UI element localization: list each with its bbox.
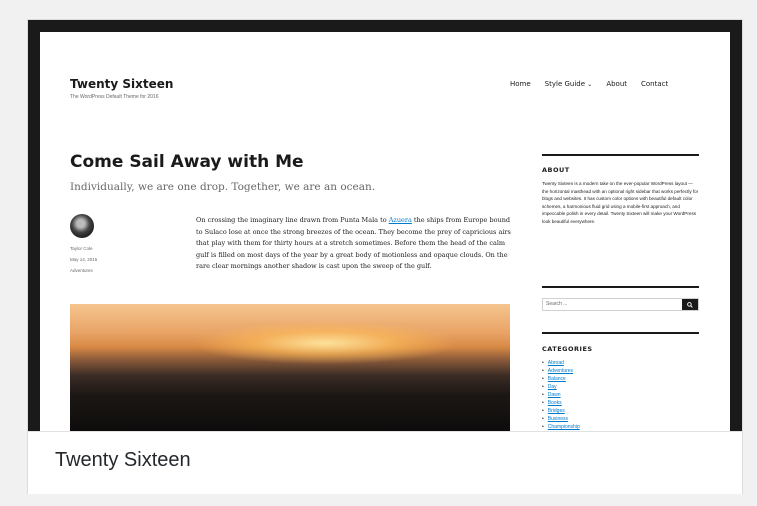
about-widget-title: ABOUT — [542, 166, 570, 174]
list-item: Championship — [542, 423, 699, 431]
menu-item-contact: Contact — [641, 80, 669, 88]
site-description: The WordPress Default Theme for 2016 — [70, 94, 159, 100]
theme-card[interactable]: Twenty Sixteen The WordPress Default The… — [27, 19, 743, 494]
post-date: May 14, 2015 — [70, 257, 98, 262]
divider — [542, 154, 699, 156]
divider — [542, 332, 699, 334]
post-content-link: Azuera — [388, 216, 412, 224]
post-title: Come Sail Away with Me — [70, 152, 304, 172]
divider — [542, 286, 699, 288]
post-meta: Taylor Cole May 14, 2015 Adventures — [70, 243, 97, 276]
theme-card-footer: Twenty Sixteen — [28, 431, 742, 494]
list-item: Adventures — [542, 367, 699, 375]
list-item: Bridges — [542, 407, 699, 415]
list-item: Business — [542, 415, 699, 423]
search-widget: Search ... — [542, 298, 699, 311]
list-item: Abroad — [542, 359, 699, 367]
post-content: On crossing the imaginary line drawn fro… — [196, 216, 511, 271]
theme-screenshot[interactable]: Twenty Sixteen The WordPress Default The… — [28, 20, 742, 431]
search-input: Search ... — [546, 301, 568, 307]
menu-item-about: About — [606, 80, 628, 88]
categories-widget-title: CATEGORIES — [542, 345, 593, 353]
avatar — [70, 214, 94, 238]
menu-item-style-guide: Style Guide ⌄ — [544, 80, 593, 88]
search-icon — [687, 301, 693, 308]
theme-name: Twenty Sixteen — [55, 449, 191, 471]
theme-preview: Twenty Sixteen The WordPress Default The… — [40, 32, 730, 431]
post-category: Adventures — [70, 268, 93, 273]
list-item: Balance — [542, 375, 699, 383]
categories-list: Abroad Adventures Balance Day Dawn Books… — [542, 359, 699, 431]
sidebar: ABOUT Twenty Sixteen is a modern take on… — [542, 154, 699, 430]
chevron-down-icon: ⌄ — [587, 81, 593, 88]
categories-widget: CATEGORIES Abroad Adventures Balance Day… — [542, 335, 699, 431]
list-item: Day — [542, 383, 699, 391]
post-excerpt: Individually, we are one drop. Together,… — [70, 181, 376, 193]
post-author: Taylor Cole — [70, 246, 93, 251]
list-item: Books — [542, 399, 699, 407]
menu-item-home: Home — [510, 80, 531, 88]
primary-menu: Home Style Guide ⌄ About Contact — [510, 80, 668, 88]
about-widget-text: Twenty Sixteen is a modern take on the e… — [542, 181, 699, 224]
featured-image — [70, 304, 510, 431]
list-item: Dawn — [542, 391, 699, 399]
search-button — [682, 299, 698, 310]
site-title: Twenty Sixteen — [70, 77, 174, 91]
